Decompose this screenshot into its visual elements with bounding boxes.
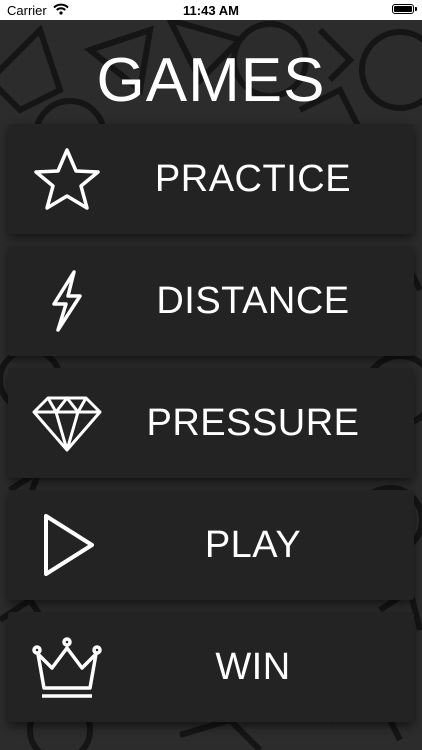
menu-item-label: PRACTICE <box>154 157 352 200</box>
menu-item-distance[interactable]: DISTANCE <box>8 246 414 356</box>
games-menu: PRACTICE DISTANCE PRESSURE PLAY WIN <box>8 124 414 734</box>
menu-item-practice[interactable]: PRACTICE <box>8 124 414 234</box>
menu-item-label: PRESSURE <box>146 401 360 444</box>
menu-item-pressure[interactable]: PRESSURE <box>8 368 414 478</box>
games-screen: Carrier 11:43 AM GAMES PRACTICE DISTANCE… <box>0 0 422 750</box>
menu-item-label: DISTANCE <box>156 279 350 322</box>
status-bar: Carrier 11:43 AM <box>0 0 422 20</box>
battery-icon <box>392 4 417 14</box>
menu-item-label: PLAY <box>204 523 302 566</box>
page-title: GAMES <box>96 46 326 115</box>
menu-item-label: WIN <box>215 645 291 688</box>
menu-item-play[interactable]: PLAY <box>8 490 414 600</box>
menu-item-win[interactable]: WIN <box>8 612 414 722</box>
status-time: 11:43 AM <box>183 3 239 18</box>
